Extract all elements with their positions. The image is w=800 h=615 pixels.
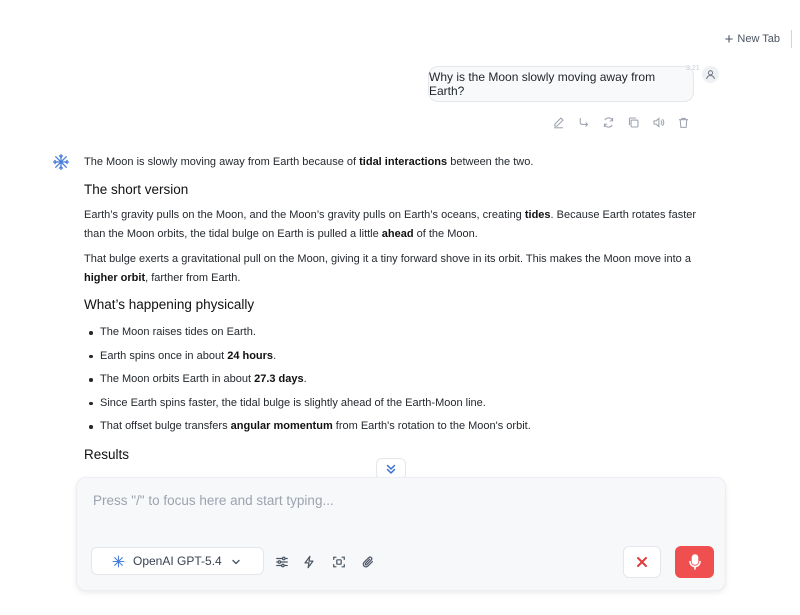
paragraph-higher-orbit: That bulge exerts a gravitational pull o… bbox=[84, 253, 691, 284]
attachment-icon[interactable] bbox=[360, 554, 376, 570]
user-message-bubble: Why is the Moon slowly moving away from … bbox=[428, 66, 694, 102]
microphone-button[interactable] bbox=[675, 546, 714, 578]
model-name: OpenAI GPT-5.4 bbox=[133, 554, 222, 568]
list-item: The Moon raises tides on Earth. bbox=[84, 323, 709, 342]
settings-sliders-icon[interactable] bbox=[274, 554, 290, 570]
read-aloud-icon[interactable] bbox=[650, 114, 666, 130]
model-selector[interactable]: OpenAI GPT-5.4 bbox=[91, 547, 264, 575]
bullet-list: The Moon raises tides on Earth. Earth sp… bbox=[84, 323, 709, 436]
top-bar: + New Tab bbox=[0, 0, 800, 60]
microphone-icon bbox=[688, 554, 701, 570]
message-actions bbox=[550, 114, 691, 130]
delete-icon[interactable] bbox=[675, 114, 691, 130]
ai-model-icon bbox=[112, 555, 125, 567]
list-item: Earth spins once in about 24 hours. bbox=[84, 347, 709, 366]
assistant-message-content: The Moon is slowly moving away from Eart… bbox=[84, 153, 709, 464]
heading-physically: What’s happening physically bbox=[84, 297, 255, 312]
user-avatar-icon bbox=[702, 66, 719, 83]
paragraph-tides: Earth’s gravity pulls on the Moon, and t… bbox=[84, 209, 697, 240]
cancel-button[interactable] bbox=[623, 546, 661, 578]
message-timestamp: 3:21 bbox=[686, 65, 700, 72]
list-item: Since Earth spins faster, the tidal bulg… bbox=[84, 394, 709, 413]
list-item: That offset bulge transfers angular mome… bbox=[84, 417, 709, 436]
ai-assistant-icon bbox=[52, 153, 70, 171]
branch-icon[interactable] bbox=[575, 114, 591, 130]
edit-icon[interactable] bbox=[550, 114, 566, 130]
chevron-down-icon bbox=[232, 559, 240, 565]
copy-icon[interactable] bbox=[625, 114, 641, 130]
intro-paragraph: The Moon is slowly moving away from Eart… bbox=[84, 156, 534, 168]
screenshot-icon[interactable] bbox=[331, 554, 347, 570]
new-tab-button[interactable]: + New Tab bbox=[724, 30, 780, 48]
composer: OpenAI GPT-5.4 bbox=[76, 477, 726, 591]
plus-icon: + bbox=[724, 30, 734, 48]
new-tab-label: New Tab bbox=[737, 33, 780, 45]
user-message-text: Why is the Moon slowly moving away from … bbox=[429, 70, 656, 98]
close-icon bbox=[637, 557, 647, 567]
lightning-icon[interactable] bbox=[301, 554, 317, 570]
list-item: The Moon orbits Earth in about 27.3 days… bbox=[84, 370, 709, 389]
divider bbox=[791, 30, 792, 48]
heading-short-version: The short version bbox=[84, 182, 189, 197]
double-chevron-down-icon bbox=[386, 464, 396, 474]
chat-input[interactable] bbox=[93, 493, 693, 508]
regenerate-icon[interactable] bbox=[600, 114, 616, 130]
